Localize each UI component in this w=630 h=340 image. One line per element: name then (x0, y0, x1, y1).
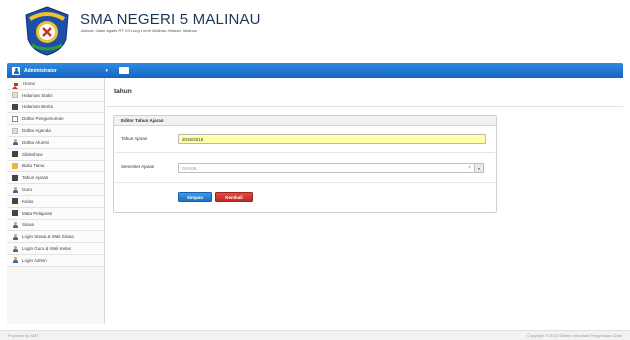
editor-panel: Editor Tahun Ajaran Tahun Ajaran 2015/20… (113, 115, 497, 213)
panel-header: Editor Tahun Ajaran (114, 116, 496, 126)
panel-title: Editor Tahun Ajaran (121, 118, 164, 123)
user-icon (12, 186, 18, 193)
main-content: tahun Editor Tahun Ajaran Tahun Ajaran 2… (106, 78, 623, 324)
user-icon (12, 233, 18, 240)
user-icon (12, 221, 18, 228)
sidebar-item-label: Siswa (22, 222, 35, 228)
sidebar-item-label: Home (23, 80, 36, 86)
sidebar-item-login-siswa[interactable]: Login Siswa & Wali Siswa (7, 231, 104, 244)
school-logo (25, 6, 69, 56)
divider (115, 152, 495, 153)
sidebar-item-label: Guru (22, 187, 33, 193)
save-button[interactable]: Simpan (178, 192, 212, 202)
user-menu-label: Administrator (24, 67, 57, 74)
sidebar-item-label: Halaman Statis (22, 92, 53, 98)
sidebar-item-label: Daftar Pengumuman (22, 116, 64, 122)
page-title: tahun (114, 88, 132, 95)
sidebar-item-tahun-ajaran[interactable]: Tahun Ajaran (7, 172, 104, 185)
school-name: SMA NEGERI 5 MALINAU (80, 11, 261, 28)
sidebar-item-siswa[interactable]: Siswa (7, 219, 104, 232)
user-icon (12, 66, 20, 75)
chevron-down-icon[interactable]: ▾ (474, 164, 483, 172)
back-button[interactable]: Kembali (215, 192, 253, 202)
user-icon (12, 139, 18, 146)
sidebar-item-label: Login Admin (22, 257, 47, 263)
tahun-ajaran-label: Tahun Ajaran (121, 136, 148, 141)
list-icon (12, 103, 18, 110)
sidebar-item-label: Login Siswa & Wali Siswa (22, 234, 74, 240)
divider (115, 182, 495, 183)
sidebar-item-label: Halaman Berita (22, 104, 54, 110)
sidebar-item-daftar-agenda[interactable]: Daftar Agenda (7, 125, 104, 137)
sidebar-item-kelas[interactable]: Kelas (7, 195, 104, 208)
sidebar-item-daftar-alumni[interactable]: Daftar Alumni (7, 136, 104, 149)
sidebar-item-label: Slideshow (22, 151, 43, 157)
home-icon (12, 80, 19, 89)
sidebar-item-label: Daftar Agenda (22, 128, 51, 134)
sidebar-item-slideshow[interactable]: Slideshow (7, 148, 104, 161)
document-icon (12, 115, 18, 122)
sidebar-item-mata-pelajaran[interactable]: Mata Pelajaran (7, 207, 104, 220)
sidebar-item-guru[interactable]: Guru (7, 184, 104, 196)
school-address: Alamat: Jalan Agatis RT VII Long Loreh M… (81, 28, 198, 33)
semester-ajaran-label: Semester Ajaran (121, 164, 155, 169)
sidebar-item-label: Login Guru & Wali Kelas (22, 246, 71, 252)
sidebar-item-label: Buku Tamu (22, 163, 45, 169)
sidebar-item-login-admin[interactable]: Login Admin (7, 254, 104, 267)
footer-powered-by: Powered by SMT (8, 333, 39, 338)
sidebar-item-halaman-berita[interactable]: Halaman Berita (7, 101, 104, 114)
sidebar: Home Halaman Statis Halaman Berita Dafta… (7, 78, 105, 324)
site-footer: Powered by SMT Copyright © 2015 Sistem I… (0, 330, 630, 340)
footer-copyright: Copyright © 2015 Sistem Informasi Pengel… (527, 333, 622, 338)
semester-select[interactable]: GANJIL × ▾ (178, 163, 484, 173)
book-icon (12, 162, 18, 169)
chevron-down-icon: ▾ (105, 67, 108, 74)
user-icon (12, 257, 18, 264)
user-menu[interactable]: Administrator ▾ (12, 66, 110, 75)
sidebar-item-daftar-pengumuman[interactable]: Daftar Pengumuman (7, 113, 104, 126)
user-icon (12, 245, 18, 252)
divider (106, 106, 623, 107)
site-header: SMA NEGERI 5 MALINAU Alamat: Jalan Agati… (0, 0, 630, 62)
menu-toggle-button[interactable] (119, 67, 129, 74)
list-icon (12, 174, 18, 181)
clear-icon[interactable]: × (468, 165, 471, 171)
list-icon (12, 210, 18, 217)
tahun-ajaran-input[interactable]: 2015/2016 (178, 134, 486, 144)
sidebar-item-label: Mata Pelajaran (22, 210, 53, 216)
sidebar-item-label: Daftar Alumni (22, 139, 50, 145)
sidebar-item-halaman-statis[interactable]: Halaman Statis (7, 89, 104, 102)
sidebar-item-login-guru[interactable]: Login Guru & Wali Kelas (7, 243, 104, 255)
sidebar-item-label: Kelas (22, 198, 34, 204)
top-navbar: Administrator ▾ (7, 63, 623, 78)
sidebar-item-buku-tamu[interactable]: Buku Tamu (7, 160, 104, 173)
page-icon (12, 127, 18, 134)
list-icon (12, 151, 18, 158)
sidebar-item-home[interactable]: Home (7, 78, 104, 90)
list-icon (12, 198, 18, 205)
sidebar-item-label: Tahun Ajaran (22, 175, 49, 181)
semester-selected-value: GANJIL (182, 165, 198, 171)
page-icon (12, 92, 18, 99)
